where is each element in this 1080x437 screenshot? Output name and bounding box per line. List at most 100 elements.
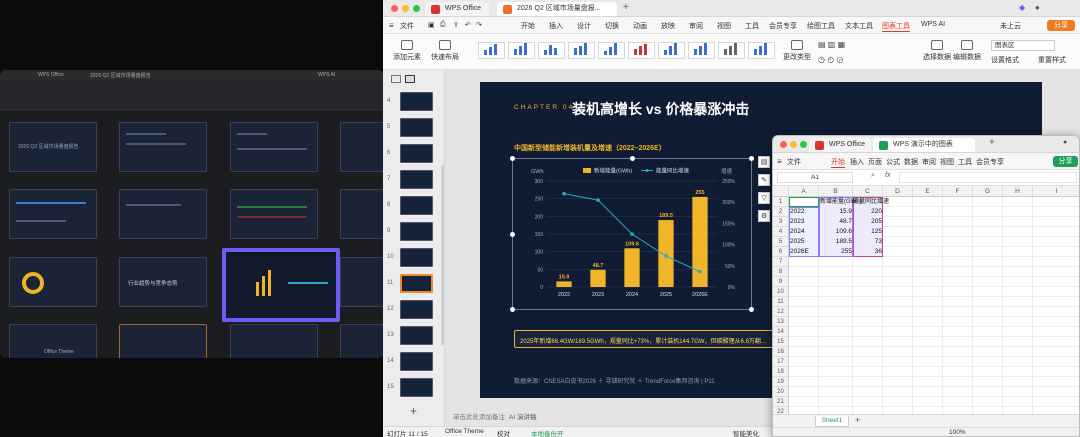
background-slide-thumb[interactable] <box>230 122 318 172</box>
grid-cell[interactable] <box>819 377 853 387</box>
grid-cell[interactable] <box>1033 357 1079 367</box>
grid-cell[interactable] <box>913 257 943 267</box>
grid-cell[interactable] <box>819 347 853 357</box>
menu-animation[interactable]: 动画 <box>633 21 647 31</box>
background-slide-thumb[interactable] <box>340 257 384 307</box>
grid-cell[interactable] <box>943 257 973 267</box>
grid-cell[interactable] <box>1033 387 1079 397</box>
grid-cell[interactable] <box>883 317 913 327</box>
column-header-A[interactable]: A <box>789 186 819 197</box>
resize-handle[interactable] <box>510 232 515 237</box>
grid-cell[interactable] <box>1033 397 1079 407</box>
value-cell[interactable]: 125 <box>853 227 882 237</box>
function-icon[interactable]: fx <box>885 172 890 179</box>
proofread-button[interactable]: 校对 <box>497 428 510 437</box>
grid-cell[interactable] <box>883 337 913 347</box>
slide-heading[interactable]: 装机高增长 vs 价格暴涨冲击 <box>572 99 749 119</box>
grid-cell[interactable] <box>943 237 973 247</box>
background-slide-thumb[interactable] <box>119 324 207 358</box>
slide-thumbnail-11[interactable] <box>400 274 433 293</box>
grid-cell[interactable] <box>789 307 819 317</box>
grid-cell[interactable] <box>853 337 883 347</box>
grid-cell[interactable] <box>1033 297 1079 307</box>
grid-cell[interactable] <box>819 357 853 367</box>
grid-cell[interactable] <box>883 247 913 257</box>
category-cell[interactable]: 2023 <box>790 217 804 227</box>
grid-cell[interactable] <box>883 377 913 387</box>
active-cell-cursor[interactable] <box>789 197 819 207</box>
grid-cell[interactable] <box>913 337 943 347</box>
formula-input[interactable] <box>899 172 1077 183</box>
grid-cell[interactable] <box>973 327 1003 337</box>
column-header-F[interactable]: F <box>943 186 973 197</box>
grid-cell[interactable] <box>1033 227 1079 237</box>
grid-cell[interactable] <box>883 257 913 267</box>
sheet-new-tab-button[interactable]: + <box>989 137 995 148</box>
grid-cell[interactable] <box>913 217 943 227</box>
grid-cell[interactable] <box>973 387 1003 397</box>
grid-cell[interactable] <box>819 407 853 414</box>
chart-settings-icon[interactable]: ⚙ <box>758 210 770 222</box>
slide-thumbnail-8[interactable] <box>400 196 433 215</box>
thumbnail-scrollbar[interactable] <box>441 165 444 345</box>
sheet-grid[interactable]: A B C D E F G H I 1 2 3 4 5 6 7 8 9 10 11 12 13 14 15 16 17 18 19 20… <box>773 186 1079 414</box>
grid-cell[interactable] <box>943 397 973 407</box>
grid-cell[interactable] <box>853 317 883 327</box>
grid-cell[interactable] <box>1033 337 1079 347</box>
tab-wps-office[interactable]: WPS Office <box>425 2 490 16</box>
sheet-menu-tools[interactable]: 工具 <box>958 157 972 167</box>
grid-cell[interactable] <box>913 307 943 317</box>
grid-cell[interactable] <box>913 357 943 367</box>
undo-icon[interactable]: ↶ <box>465 21 471 29</box>
slide-thumbnail-9[interactable] <box>400 222 433 241</box>
background-slide-thumb[interactable] <box>9 189 97 239</box>
slide-view-icon[interactable] <box>405 75 415 83</box>
grid-cell[interactable] <box>819 397 853 407</box>
grid-cell[interactable] <box>853 257 883 267</box>
chart-style-7[interactable] <box>658 42 685 59</box>
row-header[interactable]: 9 <box>773 277 789 287</box>
grid-cell[interactable] <box>883 407 913 414</box>
grid-cell[interactable] <box>853 287 883 297</box>
slide-thumbnail-12[interactable] <box>400 300 433 319</box>
grid-cell[interactable] <box>1003 287 1033 297</box>
grid-cell[interactable] <box>943 367 973 377</box>
grid-cell[interactable] <box>973 307 1003 317</box>
zoom-search-icon[interactable]: ⌕ <box>871 172 875 180</box>
grid-cell[interactable] <box>1033 287 1079 297</box>
hamburger-menu-icon[interactable]: ≡ <box>389 21 394 30</box>
grid-cell[interactable] <box>913 207 943 217</box>
grid-cell[interactable] <box>913 267 943 277</box>
ai-notes-button[interactable]: AI 演讲稿 <box>509 411 536 421</box>
grid-cell[interactable] <box>883 287 913 297</box>
menu-transition[interactable]: 切换 <box>605 21 619 31</box>
grid-cell[interactable] <box>943 307 973 317</box>
chart-style-1[interactable] <box>478 42 505 59</box>
grid-cell[interactable] <box>883 217 913 227</box>
grid-cell[interactable] <box>1003 207 1033 217</box>
grid-cell[interactable] <box>883 227 913 237</box>
grid-cell[interactable] <box>943 357 973 367</box>
grid-cell[interactable] <box>1003 407 1033 414</box>
export-icon[interactable]: ⇪ <box>453 21 459 29</box>
grid-cell[interactable] <box>819 297 853 307</box>
grid-cell[interactable] <box>1033 407 1079 414</box>
grid-cell[interactable] <box>853 347 883 357</box>
grid-cell[interactable] <box>943 347 973 357</box>
column-header-B[interactable]: B <box>819 186 853 197</box>
menu-wps-ai[interactable]: WPS AI <box>921 21 945 28</box>
grid-cell[interactable] <box>913 347 943 357</box>
menu-insert[interactable]: 插入 <box>549 21 563 31</box>
ai-assistant-icon[interactable]: ◆ <box>1019 3 1025 12</box>
grid-cell[interactable] <box>943 227 973 237</box>
grid-cell[interactable] <box>853 277 883 287</box>
tab-presentation[interactable]: 2026 Q2 区域市场量盘报... <box>497 2 617 16</box>
menu-member[interactable]: 会员专享 <box>769 21 797 31</box>
grid-cell[interactable] <box>883 207 913 217</box>
row-header[interactable]: 11 <box>773 297 789 307</box>
row-header[interactable]: 2 <box>773 207 789 217</box>
grid-cell[interactable] <box>973 197 1003 207</box>
value-cell[interactable]: 109.6 <box>819 227 852 237</box>
grid-cell[interactable] <box>913 397 943 407</box>
sheet-hamburger-icon[interactable]: ≡ <box>777 157 782 166</box>
